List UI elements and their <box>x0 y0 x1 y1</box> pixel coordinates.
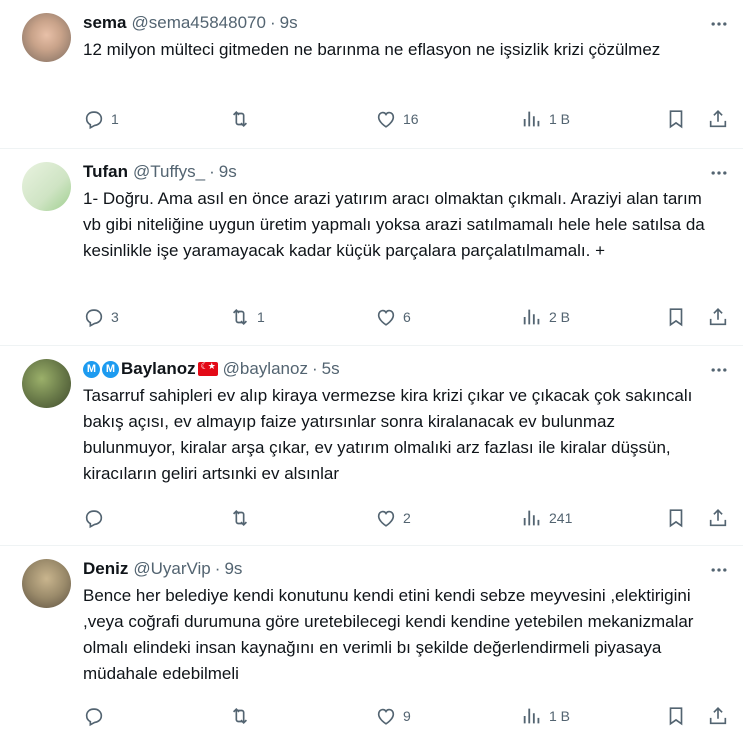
like-button[interactable]: 6 <box>375 306 411 328</box>
separator-dot: · <box>209 162 215 181</box>
bookmark-button[interactable] <box>665 507 687 529</box>
timestamp[interactable]: 9s <box>219 162 237 182</box>
action-bar: 3 1 6 2 B <box>83 305 729 329</box>
like-icon <box>377 111 395 128</box>
bookmark-icon <box>669 308 683 327</box>
separator-dot: · <box>311 359 318 378</box>
views-button[interactable]: 1 B <box>521 108 570 130</box>
timestamp[interactable]: 5s <box>322 359 340 379</box>
author-name[interactable]: Deniz <box>83 559 128 579</box>
author-name[interactable]: sema <box>83 13 126 33</box>
views-icon <box>523 708 540 724</box>
more-icon[interactable] <box>709 560 729 580</box>
bookmark-button[interactable] <box>665 306 687 328</box>
like-count: 2 <box>403 510 411 526</box>
timestamp[interactable]: 9s <box>280 13 298 33</box>
views-button[interactable]: 2 B <box>521 306 570 328</box>
views-icon <box>523 309 540 325</box>
view-count: 241 <box>549 510 573 526</box>
retweet-button[interactable]: 1 <box>229 306 265 328</box>
timeline: sema @sema45848070 · 9s 12 milyon mültec… <box>0 0 743 747</box>
view-count: 2 B <box>549 309 571 325</box>
bookmark-icon <box>669 110 683 129</box>
author-handle[interactable]: @baylanoz <box>223 359 308 379</box>
like-icon <box>377 708 395 725</box>
retweet-count: 1 <box>257 309 265 325</box>
tweet-text: 1- Doğru. Ama asıl en önce arazi yatırım… <box>83 189 705 260</box>
separator-dot: · <box>269 13 276 32</box>
reply-button[interactable] <box>83 705 111 727</box>
retweet-button[interactable] <box>229 108 257 130</box>
share-icon <box>709 707 727 725</box>
more-icon[interactable] <box>709 14 729 34</box>
avatar[interactable] <box>22 559 71 608</box>
reply-button[interactable]: 1 <box>83 108 119 130</box>
turkey-flag-icon <box>197 361 218 376</box>
tweet-text: Bence her belediye kendi konutunu kendi … <box>83 586 694 683</box>
more-icon[interactable] <box>709 360 729 380</box>
avatar[interactable] <box>22 359 71 408</box>
timestamp[interactable]: 9s <box>224 559 242 579</box>
bookmark-button[interactable] <box>665 108 687 130</box>
reply-icon <box>85 309 103 328</box>
tweet[interactable]: Deniz @UyarVip · 9s Bence her belediye k… <box>0 546 743 747</box>
share-button[interactable] <box>707 705 729 727</box>
retweet-button[interactable] <box>229 705 257 727</box>
views-icon <box>523 510 540 526</box>
bookmark-button[interactable] <box>665 705 687 727</box>
views-button[interactable]: 1 B <box>521 705 570 727</box>
retweet-icon <box>232 707 248 725</box>
tweet[interactable]: sema @sema45848070 · 9s 12 milyon mültec… <box>0 0 743 149</box>
reply-icon <box>85 510 103 529</box>
author-handle[interactable]: @Tuffys_ <box>133 162 205 182</box>
view-count: 1 B <box>549 708 571 724</box>
like-count: 16 <box>403 111 419 127</box>
badge-icon: M <box>102 360 119 378</box>
reply-icon <box>85 708 103 727</box>
views-button[interactable]: 241 <box>521 507 572 529</box>
author-name[interactable]: Tufan <box>83 162 128 182</box>
retweet-button[interactable] <box>229 507 257 529</box>
share-button[interactable] <box>707 507 729 529</box>
reply-button[interactable]: 3 <box>83 306 119 328</box>
like-button[interactable]: 2 <box>375 507 411 529</box>
like-icon <box>377 309 395 326</box>
share-button[interactable] <box>707 108 729 130</box>
like-button[interactable]: 9 <box>375 705 411 727</box>
views-icon <box>523 111 540 127</box>
share-button[interactable] <box>707 306 729 328</box>
view-count: 1 B <box>549 111 571 127</box>
avatar[interactable] <box>22 13 71 62</box>
share-icon <box>709 110 727 128</box>
author-name[interactable]: Baylanoz <box>121 359 196 379</box>
like-count: 9 <box>403 708 411 724</box>
separator-dot: · <box>214 559 221 578</box>
action-bar: 2 241 <box>83 506 729 530</box>
avatar[interactable] <box>22 162 71 211</box>
tweet[interactable]: Tufan @Tuffys_ · 9s 1- Doğru. Ama asıl e… <box>0 149 743 346</box>
tweet-text: Tasarruf sahipleri ev alıp kiraya vermez… <box>83 386 693 483</box>
share-icon <box>709 509 727 527</box>
bookmark-icon <box>669 509 683 528</box>
action-bar: 1 16 1 B <box>83 107 729 131</box>
tweet[interactable]: M M Baylanoz @baylanoz · 5s Tasarruf sah… <box>0 346 743 546</box>
author-handle[interactable]: @sema45848070 <box>131 13 265 33</box>
retweet-icon <box>232 509 248 527</box>
like-button[interactable]: 16 <box>375 108 419 130</box>
reply-count: 1 <box>111 111 119 127</box>
badge-icon: M <box>83 360 100 378</box>
retweet-icon <box>232 308 248 326</box>
share-icon <box>709 308 727 326</box>
bookmark-icon <box>669 707 683 726</box>
tweet-text: 12 milyon mülteci gitmeden ne barınma ne… <box>83 40 661 59</box>
reply-button[interactable] <box>83 507 111 529</box>
like-icon <box>377 510 395 527</box>
retweet-icon <box>232 110 248 128</box>
like-count: 6 <box>403 309 411 325</box>
reply-count: 3 <box>111 309 119 325</box>
more-icon[interactable] <box>709 163 729 183</box>
action-bar: 9 1 B <box>83 704 729 728</box>
reply-icon <box>85 111 103 130</box>
author-handle[interactable]: @UyarVip <box>133 559 210 579</box>
